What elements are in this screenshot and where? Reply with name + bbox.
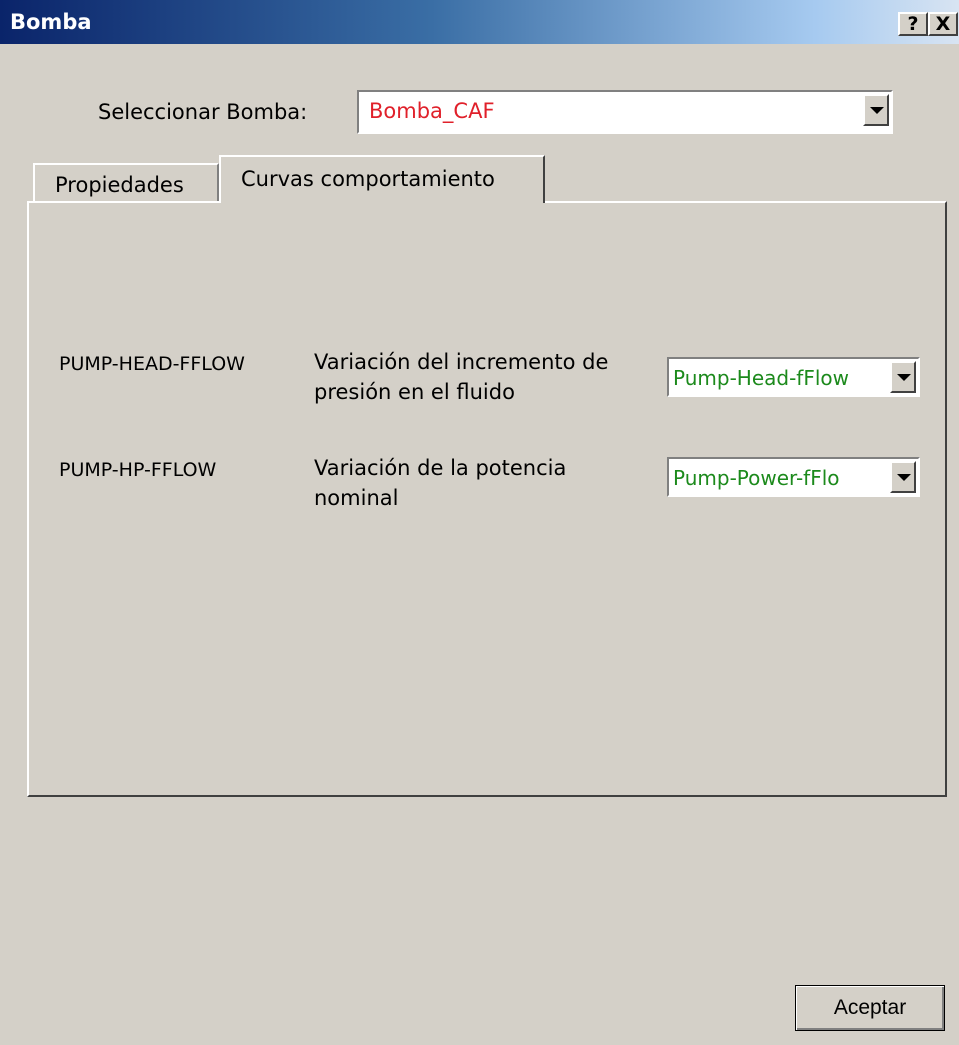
curve-description-head: Variación del incremento de presión en e… (314, 347, 608, 407)
head-curve-value: Pump-Head-fFlow (673, 366, 849, 390)
tab-propiedades[interactable]: Propiedades (33, 163, 219, 203)
chevron-down-icon[interactable] (863, 94, 889, 126)
curve-code-head: PUMP-HEAD-FFLOW (59, 353, 245, 375)
accept-button[interactable]: Aceptar (795, 985, 945, 1031)
tab-curvas-comportamiento[interactable]: Curvas comportamiento (219, 155, 545, 203)
power-curve-value: Pump-Power-fFlo (673, 466, 840, 490)
title-bar[interactable]: Bomba ? X (0, 0, 959, 44)
curves-tab-panel: PUMP-HEAD-FFLOW Variación del incremento… (27, 201, 947, 797)
curve-description-power-line1: Variación de la potencia (314, 456, 567, 480)
curve-description-power-line2: nominal (314, 486, 399, 510)
curve-description-power: Variación de la potencia nominal (314, 453, 566, 513)
power-curve-dropdown[interactable]: Pump-Power-fFlo (667, 457, 920, 497)
curve-description-head-line2: presión en el fluido (314, 380, 515, 404)
tab-propiedades-label: Propiedades (55, 173, 184, 197)
select-pump-label: Seleccionar Bomba: (98, 100, 308, 124)
pump-dialog: Bomba ? X Seleccionar Bomba: Bomba_CAF P… (0, 0, 959, 1045)
curve-description-head-line1: Variación del incremento de (314, 350, 609, 374)
tab-curvas-label: Curvas comportamiento (241, 167, 495, 191)
pump-select-dropdown[interactable]: Bomba_CAF (357, 90, 893, 134)
pump-select-value: Bomba_CAF (369, 99, 495, 123)
window-title: Bomba (10, 10, 92, 34)
chevron-down-icon[interactable] (890, 361, 916, 393)
curve-code-power: PUMP-HP-FFLOW (59, 459, 217, 481)
chevron-down-icon[interactable] (890, 461, 916, 493)
close-button[interactable]: X (928, 12, 958, 36)
head-curve-dropdown[interactable]: Pump-Head-fFlow (667, 357, 920, 397)
help-button[interactable]: ? (898, 12, 928, 36)
